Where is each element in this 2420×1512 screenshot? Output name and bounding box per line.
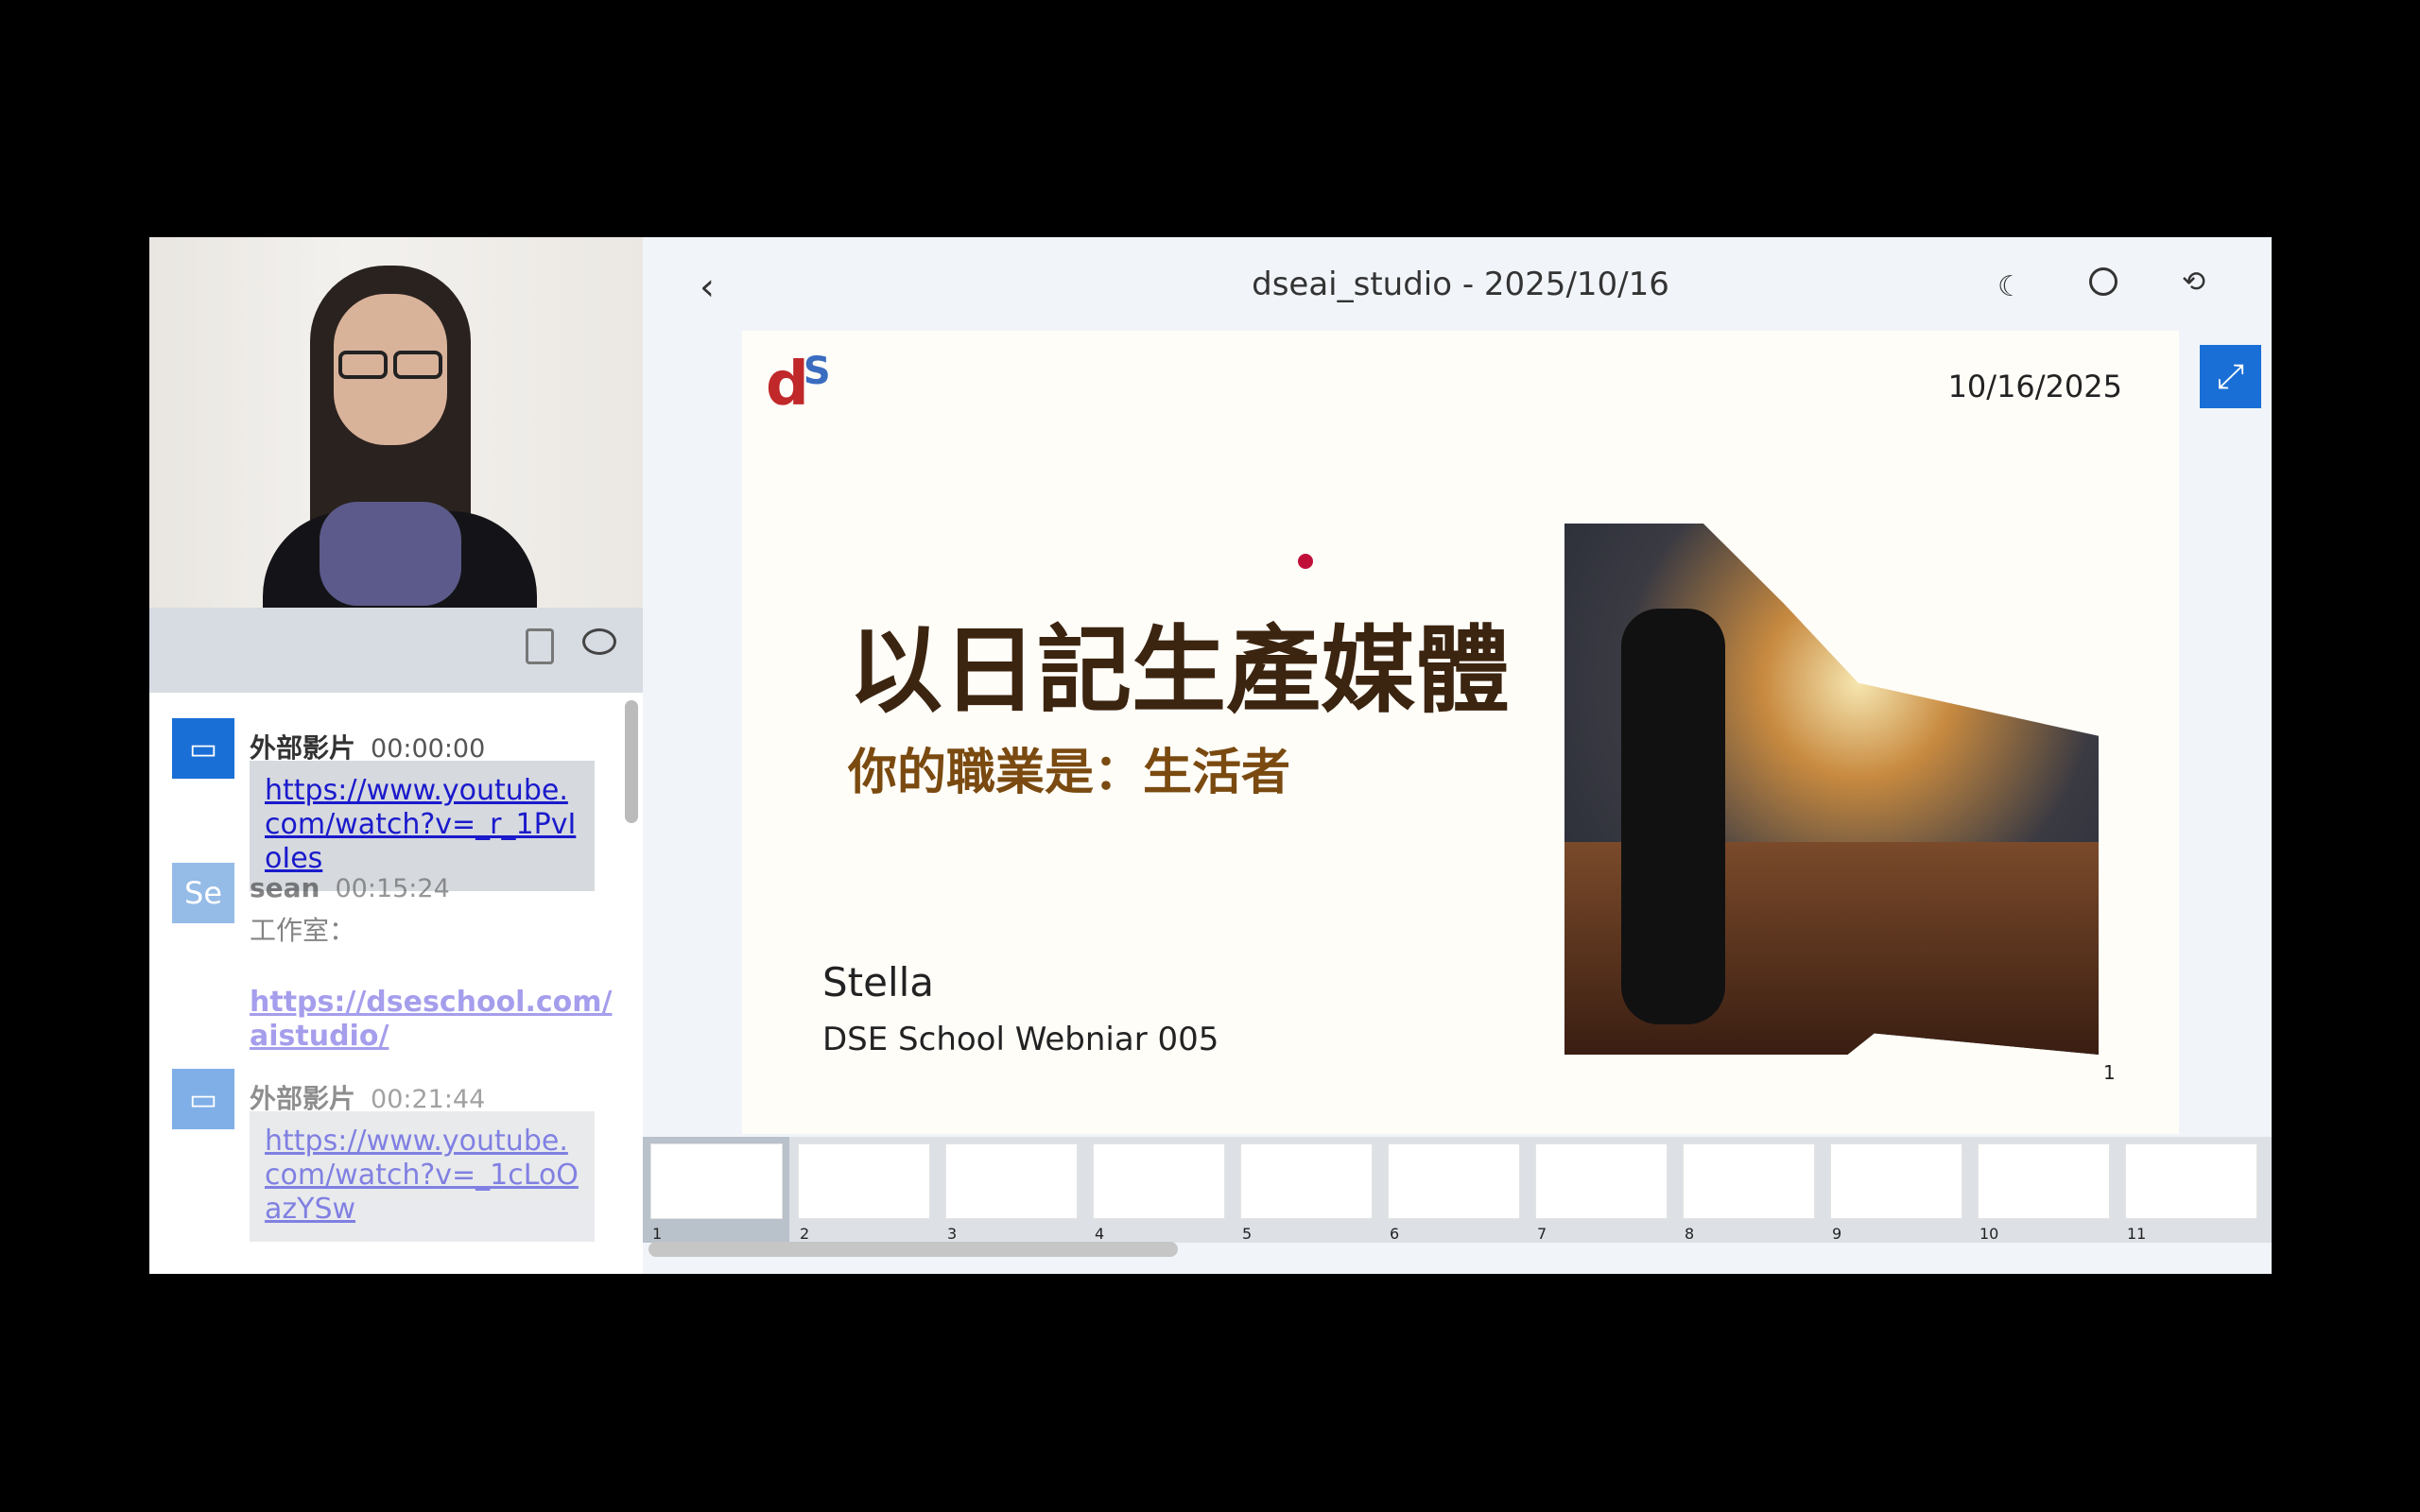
video-icon: ▭ [172,718,234,779]
slide-subtitle: 你的職業是：生活者 [848,745,1291,801]
slide-thumbnail[interactable] [650,1143,783,1219]
webcam-video [149,237,643,608]
slide-thumbnail[interactable] [1978,1143,2110,1219]
chat-scrollbar[interactable] [625,700,638,823]
copy-icon[interactable] [526,628,554,664]
chat-toolbar [149,608,643,693]
thumbnail-number: 1 [652,1225,663,1243]
chat-list: ▭ 外部影片 00:00:00 https://www.youtube.com/w… [149,693,643,1274]
timestamp: 00:21:44 [371,1085,486,1114]
slide-thumbnail[interactable] [798,1143,930,1219]
timestamp: 00:00:00 [371,734,486,764]
concert-photo [1564,524,2099,1055]
thumbnail-number: 11 [2127,1225,2147,1243]
event-name: DSE School Webniar 005 [822,1021,1219,1058]
sender-name: 外部影片 [250,1083,356,1114]
thumbnail-number: 10 [1979,1225,1999,1243]
slide-thumbnail[interactable] [1535,1143,1668,1219]
search-icon[interactable] [2089,267,2118,296]
slide: dS 10/16/2025 以日記生產媒體 你的職業是：生活者 Stella D… [742,331,2179,1134]
dark-mode-icon[interactable]: ☾ [1997,270,2023,303]
thumbnail-number: 5 [1242,1225,1253,1243]
thumbnail-scrollbar[interactable] [648,1242,1178,1257]
sender-name: sean [250,872,320,903]
laser-pointer [1298,554,1313,569]
thumbnail-number: 8 [1685,1225,1695,1243]
message-link[interactable]: https://www.youtube.com/watch?v=_r_1PvIo… [265,774,579,876]
slide-number: 1 [2103,1061,2116,1084]
chat-bubbles-icon[interactable] [582,628,616,655]
slide-thumbnail[interactable] [1830,1143,1962,1219]
thumbnail-number: 2 [800,1225,810,1243]
timestamp: 00:15:24 [335,874,450,903]
presentation-viewer: ‹ dseai_studio - 2025/10/16 ☾ ⟲ dS 10/16… [643,237,2272,1274]
message-link[interactable]: https://dseschool.com/aistudio/ [250,986,618,1054]
slide-title: 以日記生產媒體 [848,615,1510,726]
slide-thumbnail[interactable] [1093,1143,1225,1219]
message-link[interactable]: https://www.youtube.com/watch?v=_1cLoOaz… [265,1125,579,1227]
slide-thumbnail[interactable] [1683,1143,1815,1219]
slide-thumbnail[interactable] [2125,1143,2257,1219]
presenter-name: Stella [822,959,935,1005]
page-title: dseai_studio - 2025/10/16 [1252,266,1669,303]
avatar: Se [172,863,234,923]
slide-date: 10/16/2025 [1947,369,2122,404]
rotate-icon[interactable]: ⟲ [2182,266,2205,299]
sender-name: 外部影片 [250,732,356,764]
slide-thumbnail[interactable] [1388,1143,1520,1219]
thumbnail-number: 9 [1832,1225,1842,1243]
video-icon: ▭ [172,1069,234,1129]
thumbnail-number: 3 [947,1225,958,1243]
slide-thumbnail[interactable] [945,1143,1078,1219]
thumbnail-number: 4 [1095,1225,1105,1243]
thumbnail-number: 7 [1537,1225,1547,1243]
dse-logo: dS [766,350,831,420]
thumbnail-number: 6 [1390,1225,1400,1243]
slide-thumbnail[interactable] [1240,1143,1373,1219]
message-text: 工作室： [250,915,356,946]
left-panel: ▭ 外部影片 00:00:00 https://www.youtube.com/w… [149,237,643,1274]
fullscreen-button[interactable]: ⤢ [2200,345,2261,408]
